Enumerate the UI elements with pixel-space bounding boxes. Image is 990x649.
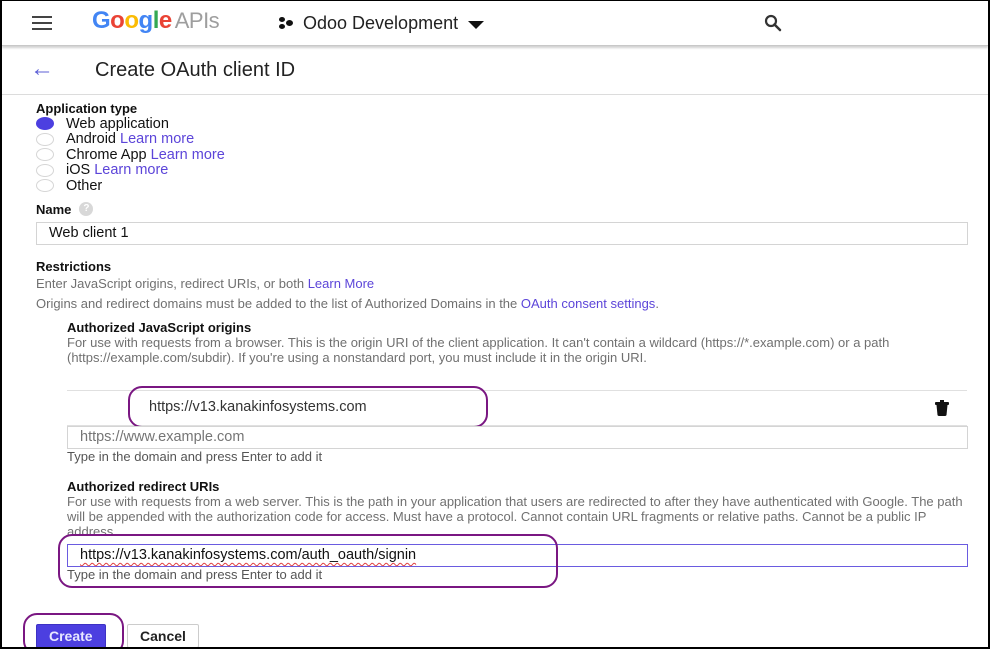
js-origin-entry: https://v13.kanakinfosystems.com xyxy=(67,390,967,426)
js-origin-value[interactable]: https://v13.kanakinfosystems.com xyxy=(149,399,367,415)
radio-label: Web application xyxy=(66,115,169,132)
restrictions-line-1-text: Enter JavaScript origins, redirect URIs,… xyxy=(36,275,305,291)
js-origin-input[interactable]: https://www.example.com xyxy=(67,426,968,449)
oauth-consent-settings-link[interactable]: OAuth consent settings xyxy=(521,296,655,311)
application-type-radio-group: Web application Android Learn more Chrom… xyxy=(36,116,976,194)
js-origins-section: Authorized JavaScript origins For use wi… xyxy=(67,320,967,365)
top-bar: Google APIs Odoo Development xyxy=(2,1,988,46)
radio-option-ios[interactable]: iOS Learn more xyxy=(36,162,976,179)
page-header: ← Create OAuth client ID xyxy=(2,47,988,95)
radio-label: Android xyxy=(66,131,116,148)
restrictions-line-2-end: . xyxy=(655,295,659,311)
project-name: Odoo Development xyxy=(303,13,459,33)
radio-button[interactable] xyxy=(36,148,54,162)
caret-down-icon xyxy=(468,20,485,29)
js-origins-title: Authorized JavaScript origins xyxy=(67,320,252,335)
google-apis-logo[interactable]: Google APIs xyxy=(92,7,220,35)
radio-option-chrome-app[interactable]: Chrome App Learn more xyxy=(36,147,976,163)
radio-label: Other xyxy=(66,177,103,194)
logo-apis-text: APIs xyxy=(174,8,220,33)
radio-option-other[interactable]: Other xyxy=(36,178,976,194)
radio-label: iOS xyxy=(66,162,91,179)
restrictions-line-1: Enter JavaScript origins, redirect URIs,… xyxy=(36,276,976,291)
radio-option-android[interactable]: Android Learn more xyxy=(36,131,976,148)
js-origin-hint: Type in the domain and press Enter to ad… xyxy=(67,449,323,464)
project-selector[interactable]: Odoo Development xyxy=(279,13,485,34)
form-content: Application type Web application Android… xyxy=(23,101,976,647)
redirect-uris-section: Authorized redirect URIs For use with re… xyxy=(67,479,967,539)
create-button[interactable]: Create xyxy=(36,624,106,647)
arrow-left-icon[interactable]: ← xyxy=(30,57,54,81)
cancel-button[interactable]: Cancel xyxy=(127,624,199,647)
redirect-uri-value: https://v13.kanakinfosystems.com/auth_oa… xyxy=(80,547,417,563)
redirect-uris-description: For use with requests from a web server.… xyxy=(67,494,963,539)
help-icon[interactable]: ? xyxy=(79,202,94,216)
restrictions-learn-more-link[interactable]: Learn More xyxy=(308,276,374,291)
redirect-uri-hint: Type in the domain and press Enter to ad… xyxy=(67,567,323,582)
trash-icon[interactable] xyxy=(935,400,949,416)
search-icon[interactable] xyxy=(764,14,782,32)
chrome-app-learn-more-link[interactable]: Learn more xyxy=(151,147,225,163)
page-title: Create OAuth client ID xyxy=(95,59,296,81)
radio-label: Chrome App xyxy=(66,146,147,163)
restrictions-section: Restrictions Enter JavaScript origins, r… xyxy=(36,259,976,311)
restrictions-line-2: Origins and redirect domains must be add… xyxy=(36,296,976,311)
radio-button[interactable] xyxy=(36,132,54,146)
radio-button-checked[interactable] xyxy=(36,117,54,131)
project-dots-icon xyxy=(279,16,295,31)
application-type-label: Application type xyxy=(36,101,138,116)
radio-button[interactable] xyxy=(36,163,54,177)
ios-learn-more-link[interactable]: Learn more xyxy=(94,162,168,178)
android-learn-more-link[interactable]: Learn more xyxy=(120,131,194,147)
name-input[interactable]: Web client 1 xyxy=(36,221,968,245)
name-label: Name xyxy=(36,201,72,217)
page-frame: Google APIs Odoo Development ← Create OAu… xyxy=(0,0,990,649)
redirect-uris-title: Authorized redirect URIs xyxy=(67,479,220,494)
radio-button[interactable] xyxy=(36,179,54,193)
js-origins-description: For use with requests from a browser. Th… xyxy=(67,335,890,365)
redirect-uri-input[interactable]: https://v13.kanakinfosystems.com/auth_oa… xyxy=(67,544,968,567)
restrictions-title: Restrictions xyxy=(36,258,112,274)
radio-option-web-application[interactable]: Web application xyxy=(36,116,976,132)
hamburger-menu-icon[interactable] xyxy=(32,16,52,30)
name-label-row: Name ? xyxy=(36,202,976,217)
restrictions-line-2-text: Origins and redirect domains must be add… xyxy=(36,295,518,311)
